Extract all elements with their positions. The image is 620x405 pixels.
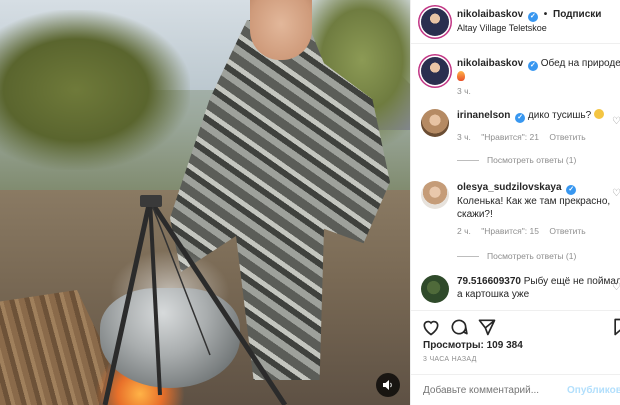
comment-text-line: olesya_sudzilovskaya ✓ Коленька! Как же … — [457, 181, 620, 221]
comments-list[interactable]: nikolaibaskov ✓ Обед на природе 3 ч. iri… — [411, 45, 620, 310]
comment-item: 79.516609370 Рыбу ещё не поймал, а карто… — [421, 275, 620, 310]
comment-reply-button[interactable]: Ответить — [549, 226, 585, 236]
comment-like-icon[interactable]: ♡ — [612, 281, 620, 294]
following-button[interactable]: Подписки — [553, 9, 601, 20]
comment-meta: 3 ч. "Нравится": 21 Ответить — [457, 131, 594, 144]
comment-username[interactable]: olesya_sudzilovskaya — [457, 182, 562, 193]
bookmark-icon[interactable] — [611, 317, 620, 337]
verified-icon: ✓ — [527, 12, 538, 22]
post-actions-bar — [411, 310, 620, 340]
view-replies-button[interactable]: Посмотреть ответы (1) — [457, 155, 576, 165]
commenter-avatar[interactable] — [421, 275, 449, 303]
comment-meta: 2 ч. "Нравится": 15 Ответить — [457, 225, 594, 238]
heart-icon[interactable] — [421, 317, 441, 337]
replies-divider — [457, 255, 479, 257]
post-time[interactable]: 3 ЧАСА НАЗАД — [423, 356, 477, 363]
caption-time[interactable]: 3 ч. — [457, 86, 471, 96]
video-scene-trees — [0, 10, 190, 170]
author-avatar[interactable] — [421, 8, 449, 36]
sound-icon — [383, 380, 392, 390]
post-location[interactable]: Altay Village Teletskoe — [457, 23, 547, 33]
commenter-avatar[interactable] — [421, 109, 449, 137]
separator-dot: • — [543, 9, 548, 20]
verified-icon: ✓ — [515, 113, 526, 123]
comment-likes[interactable]: "Нравится": 15 — [481, 226, 539, 236]
comment-text: Коленька! Как же там прекрасно, скажи?! — [457, 196, 611, 220]
comment-text: дико тусишь? — [527, 110, 592, 121]
view-replies-button[interactable]: Посмотреть ответы (1) — [457, 251, 576, 261]
post-video[interactable] — [0, 0, 410, 405]
video-scene-face — [250, 0, 312, 60]
comment-text-line: irinanelson ✓ дико тусишь? — [457, 109, 620, 123]
caption-text-line: nikolaibaskov ✓ Обед на природе — [457, 57, 620, 84]
comment-likes[interactable]: "Нравится": 21 — [481, 132, 539, 142]
verified-icon: ✓ — [566, 185, 577, 195]
video-scene-cauldron — [100, 288, 240, 388]
verified-icon: ✓ — [527, 61, 538, 71]
caption-author-avatar[interactable] — [421, 57, 449, 85]
author-username[interactable]: nikolaibaskov — [457, 9, 523, 20]
post-header: nikolaibaskov ✓ • Подписки Altay Village… — [411, 0, 620, 44]
smile-emoji-icon — [593, 109, 604, 119]
comment-text-line: 79.516609370 Рыбу ещё не поймал, а карто… — [457, 275, 620, 301]
sound-toggle-button[interactable] — [376, 373, 400, 397]
comment-icon[interactable] — [449, 317, 469, 337]
view-replies-label: Посмотреть ответы (1) — [487, 155, 577, 165]
caption-username[interactable]: nikolaibaskov — [457, 58, 523, 69]
post-comment-button[interactable]: Опубликовать — [567, 385, 620, 396]
comment-time[interactable]: 3 ч. — [457, 132, 471, 142]
caption-text: Обед на природе — [540, 58, 620, 69]
view-replies-label: Посмотреть ответы (1) — [487, 251, 577, 261]
caption-meta: 3 ч. — [457, 85, 479, 98]
comment-like-icon[interactable]: ♡ — [612, 187, 620, 200]
comment-item: olesya_sudzilovskaya ✓ Коленька! Как же … — [421, 181, 620, 241]
caption: nikolaibaskov ✓ Обед на природе 3 ч. — [421, 57, 620, 97]
comment-username[interactable]: 79.516609370 — [457, 276, 521, 287]
comment-username[interactable]: irinanelson — [457, 110, 510, 121]
comment-input[interactable] — [423, 385, 553, 396]
comment-reply-button[interactable]: Ответить — [549, 132, 585, 142]
commenter-avatar[interactable] — [421, 181, 449, 209]
add-comment-bar: Опубликовать — [411, 374, 620, 405]
replies-divider — [457, 159, 479, 161]
fire-emoji-icon — [457, 71, 465, 81]
share-icon[interactable] — [477, 317, 497, 337]
author-line: nikolaibaskov ✓ • Подписки — [457, 9, 601, 22]
comment-like-icon[interactable]: ♡ — [612, 115, 620, 128]
post-details-panel: nikolaibaskov ✓ • Подписки Altay Village… — [410, 0, 620, 405]
comment-time[interactable]: 2 ч. — [457, 226, 471, 236]
views-count[interactable]: Просмотры: 109 384 — [423, 340, 523, 351]
